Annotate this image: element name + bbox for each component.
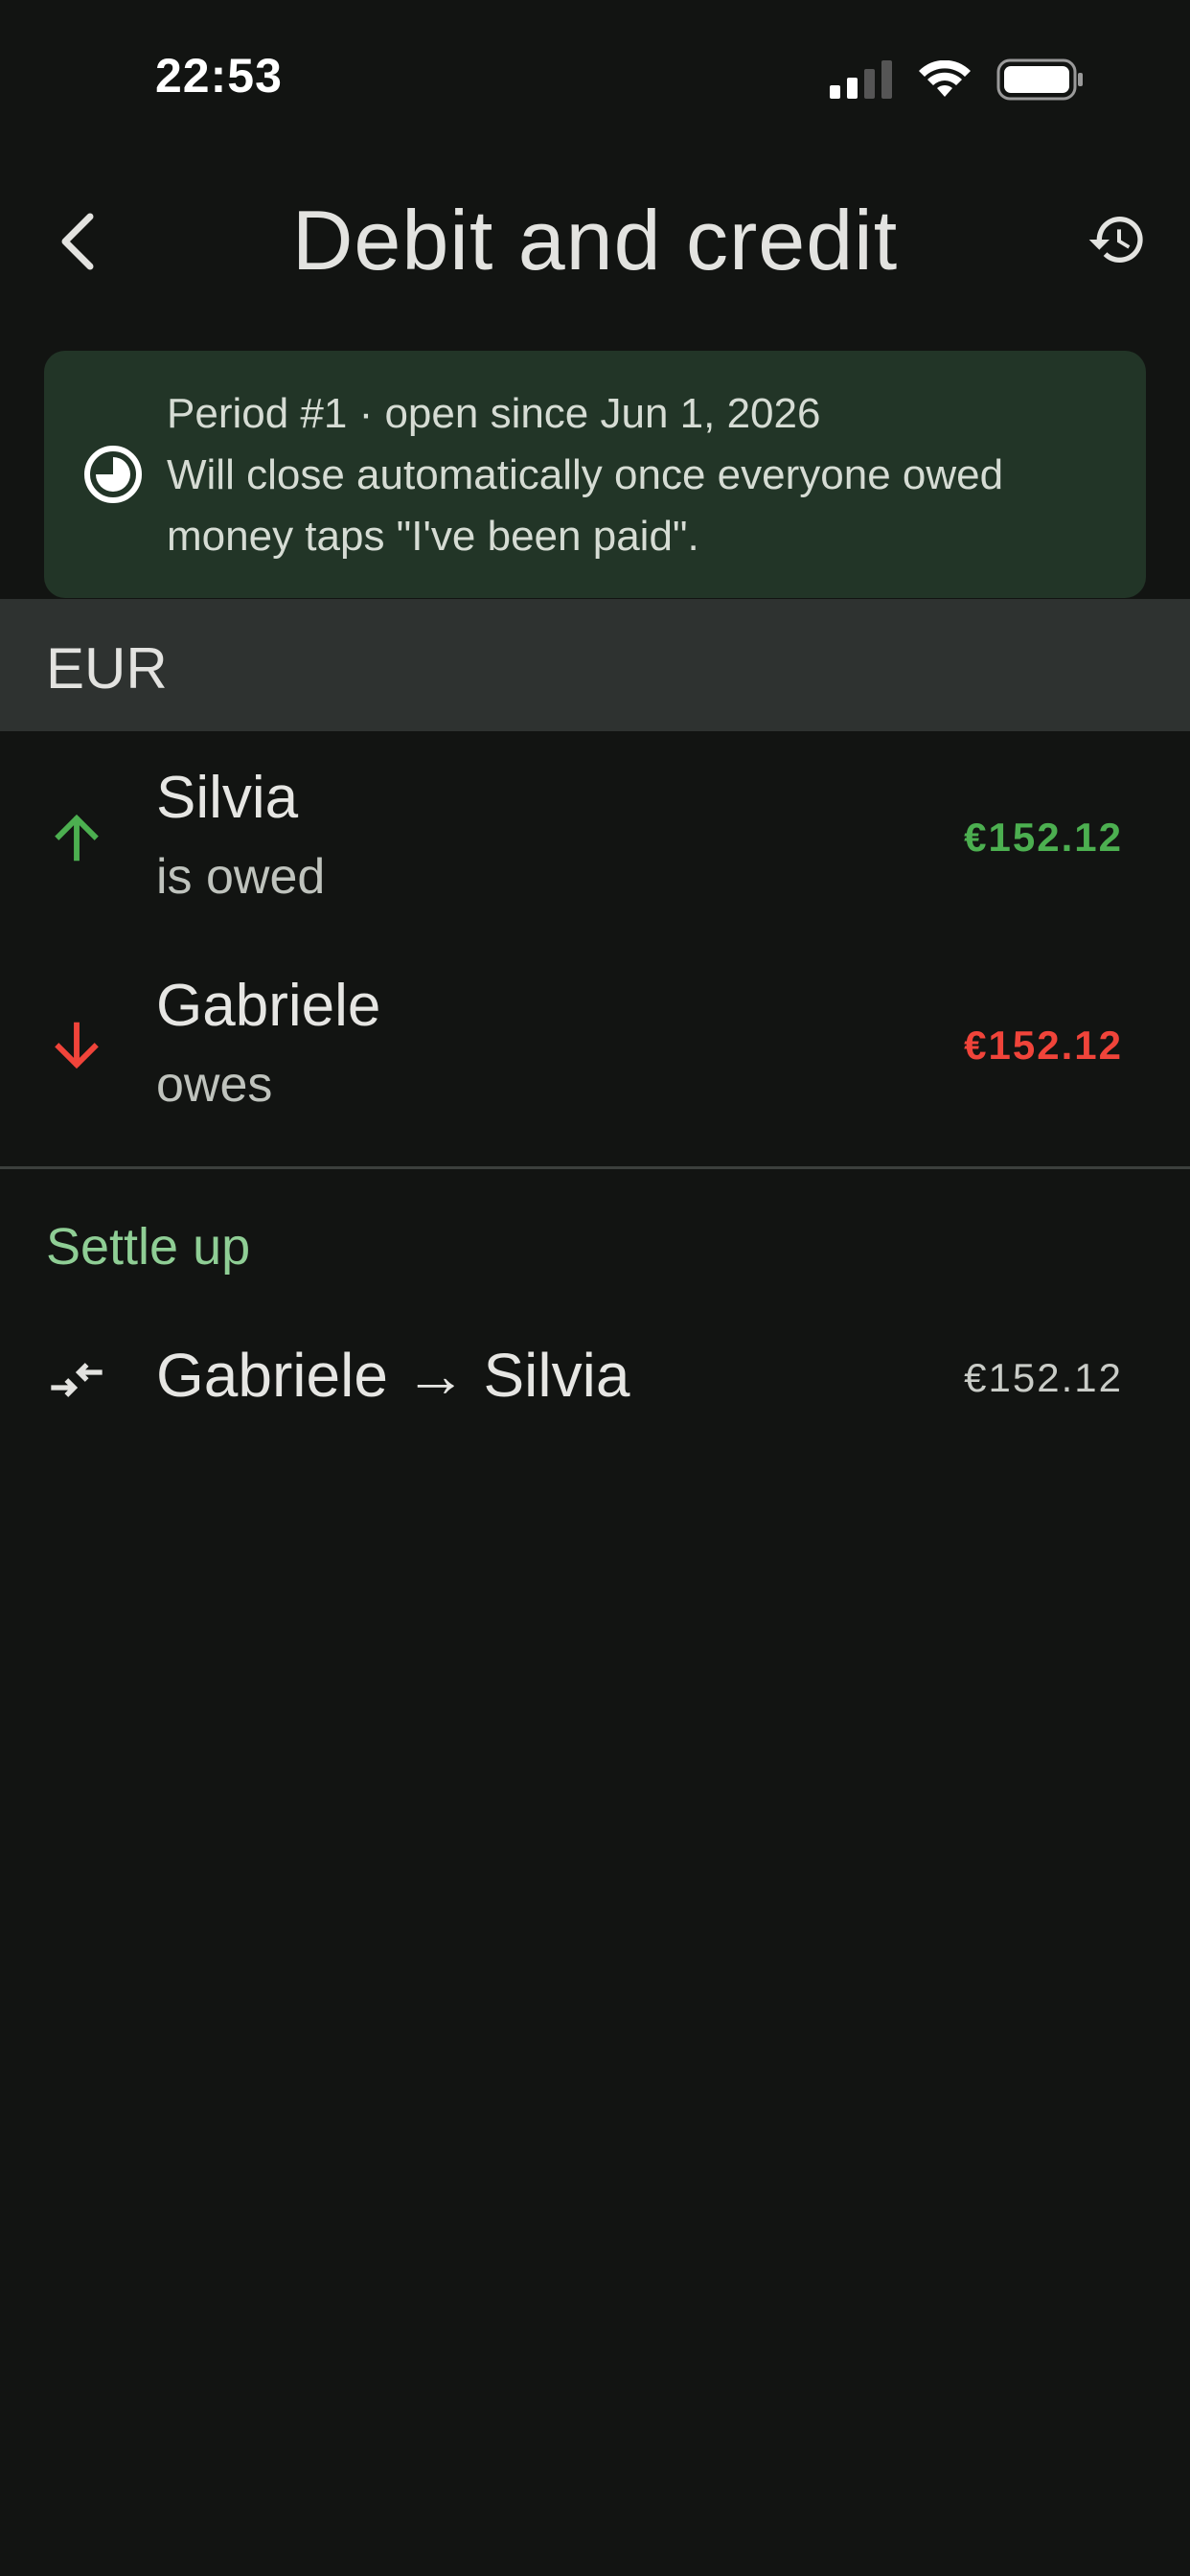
balance-amount: €152.12: [964, 815, 1123, 860]
period-description: Period #1 · open since Jun 1, 2026 Will …: [167, 383, 1125, 567]
period-note-line1: Will close automatically once everyone o…: [167, 451, 1004, 498]
balance-row-gabriele[interactable]: Gabriele owes €152.12: [0, 941, 1190, 1148]
settle-up-heading: Settle up: [46, 1218, 251, 1276]
status-icons: [830, 58, 1085, 102]
settle-transfer-label: Gabriele → Silvia: [156, 1341, 630, 1410]
person-name: Gabriele: [156, 973, 381, 1039]
arrow-up-icon: [55, 814, 99, 862]
balance-status: owes: [156, 1057, 273, 1113]
period-info-card: Period #1 · open since Jun 1, 2026 Will …: [44, 351, 1146, 598]
arrow-down-icon: [55, 1022, 99, 1070]
battery-icon: [996, 58, 1083, 101]
balance-row-silvia[interactable]: Silvia is owed €152.12: [0, 733, 1190, 940]
balance-amount: €152.12: [964, 1023, 1123, 1068]
settle-amount: €152.12: [964, 1355, 1123, 1400]
page-title: Debit and credit: [291, 193, 899, 288]
period-title: Period #1 · open since Jun 1, 2026: [167, 390, 821, 437]
currency-label: EUR: [46, 636, 168, 701]
settle-transfer-row[interactable]: Gabriele → Silvia €152.12: [0, 1322, 1190, 1438]
cellular-signal-icon: [830, 60, 892, 99]
history-icon: [1088, 217, 1143, 264]
history-button[interactable]: [1081, 203, 1154, 276]
swap-arrows-icon: [51, 1363, 103, 1397]
person-name: Silvia: [156, 765, 299, 831]
status-time: 22:53: [155, 49, 283, 103]
balance-status: is owed: [156, 849, 326, 905]
currency-section-header: EUR: [0, 599, 1190, 731]
period-progress-icon: [84, 446, 142, 503]
divider: [0, 1166, 1190, 1169]
wifi-icon: [919, 60, 971, 97]
period-note-line2: money taps "I've been paid".: [167, 513, 699, 560]
